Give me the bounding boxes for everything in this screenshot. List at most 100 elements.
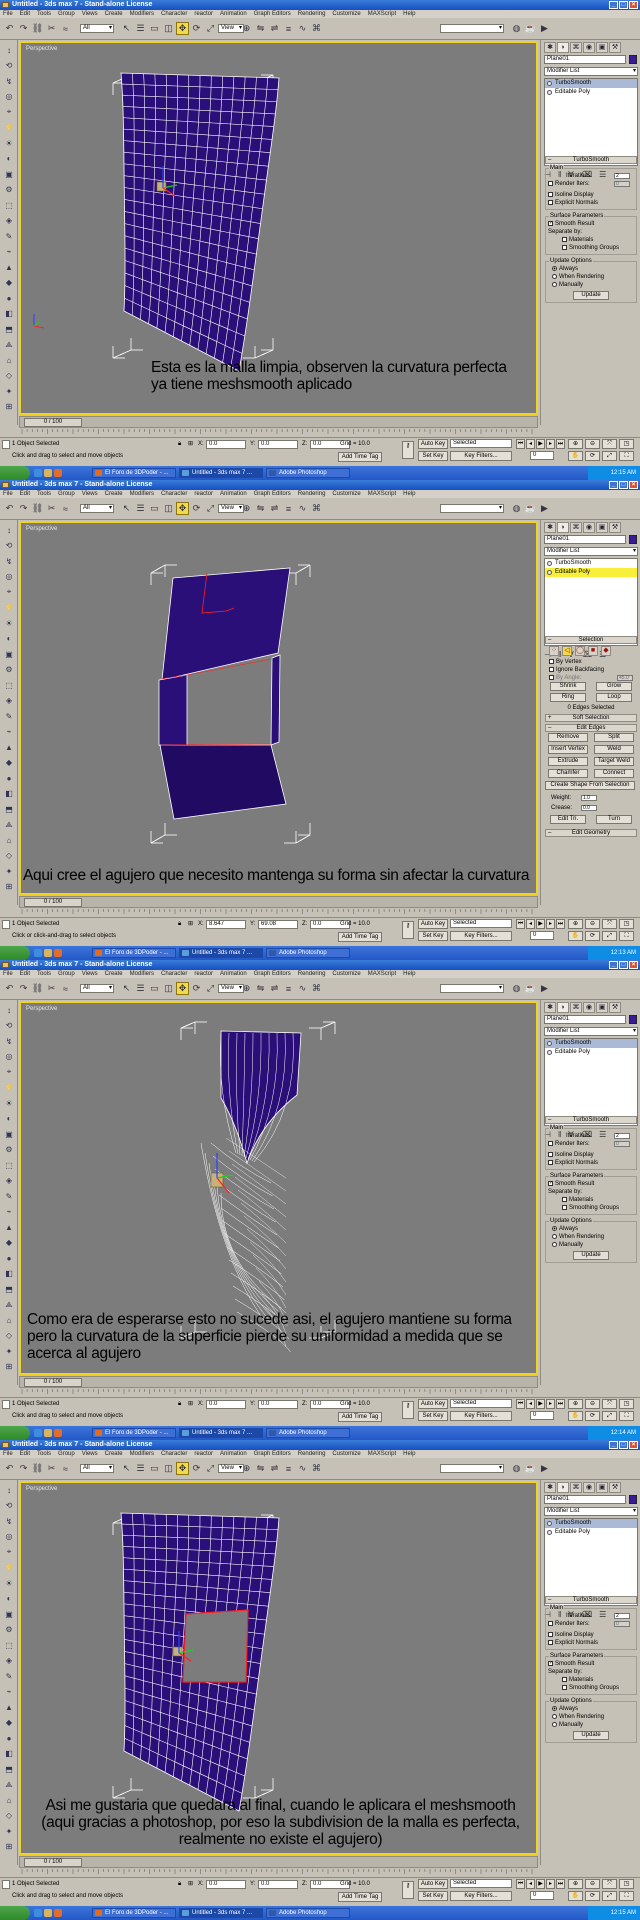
ie-icon[interactable] (34, 1909, 42, 1917)
manually-radio[interactable] (552, 1241, 557, 1247)
menu-item[interactable]: Animation (220, 490, 247, 498)
key-filters-button[interactable]: Key Filters... (450, 1411, 512, 1421)
menu-item[interactable]: Create (105, 490, 123, 498)
object-color-swatch[interactable] (629, 1495, 637, 1504)
schematic-icon[interactable]: ⌘ (310, 22, 323, 35)
insert-vertex-button[interactable]: Insert Vertex (548, 745, 588, 754)
move-icon[interactable]: ✥ (176, 502, 189, 515)
window-crossing-icon[interactable]: ◫ (162, 1462, 175, 1475)
time-slider-track[interactable]: 0 / 100 (19, 416, 538, 428)
tool-icon[interactable]: ▲ (3, 261, 15, 273)
field-of-view-icon[interactable]: ⤢ (602, 1891, 617, 1901)
render-iters-spinner[interactable]: 0 (614, 181, 630, 187)
go-to-start-icon[interactable]: ⏮ (516, 919, 525, 929)
rect-select-icon[interactable]: ▭ (148, 22, 161, 35)
selection-lock-icon[interactable]: 🔒︎ (178, 1880, 181, 1888)
field-of-view-icon[interactable]: ⤢ (602, 931, 617, 941)
close-button[interactable]: × (629, 961, 638, 969)
render-icon[interactable]: ☕ (524, 982, 537, 995)
previous-frame-icon[interactable]: ◂ (526, 919, 535, 929)
scale-icon[interactable]: ⤢ (204, 982, 217, 995)
display-tab-icon[interactable]: ▣ (596, 1482, 608, 1493)
lightbulb-icon[interactable] (547, 81, 552, 86)
tool-icon[interactable]: ◆ (3, 277, 15, 289)
tool-icon[interactable]: ▲ (3, 741, 15, 753)
modifier-stack-item[interactable]: Editable Poly (545, 1048, 637, 1057)
current-frame-field[interactable]: 0 (530, 1411, 554, 1420)
menu-item[interactable]: Rendering (298, 1450, 326, 1458)
pan-icon[interactable]: ✋ (568, 931, 583, 941)
maxscript-listener-field[interactable] (2, 920, 10, 929)
always-radio[interactable] (552, 265, 557, 271)
modifier-stack-item[interactable]: TurboSmooth (545, 1039, 637, 1048)
selection-lock-icon[interactable]: 🔒︎ (178, 920, 181, 928)
modify-tab-icon[interactable]: ◗ (557, 1482, 569, 1493)
rotate-icon[interactable]: ⟳ (190, 502, 203, 515)
tool-icon[interactable]: ◐ (3, 153, 15, 165)
hierarchy-tab-icon[interactable]: ⌘ (570, 522, 582, 533)
menu-item[interactable]: Graph Editors (254, 1450, 291, 1458)
maximize-viewport-icon[interactable]: ⛶ (619, 931, 634, 941)
tool-icon[interactable]: ↯ (3, 555, 15, 567)
explicit-normals-checkbox[interactable] (548, 1639, 553, 1645)
taskbar-button[interactable]: Untitled - 3ds max 7 ... (179, 1428, 263, 1438)
tool-icon[interactable]: ✦ (3, 385, 15, 397)
tool-icon[interactable]: ⚙ (3, 1144, 15, 1156)
menu-item[interactable]: Modifiers (130, 490, 154, 498)
menu-item[interactable]: Character (161, 490, 187, 498)
tool-icon[interactable]: ✦ (3, 1345, 15, 1357)
tool-icon[interactable]: ✎ (3, 1190, 15, 1202)
previous-frame-icon[interactable]: ◂ (526, 1399, 535, 1409)
menu-item[interactable]: Tools (37, 490, 51, 498)
go-to-end-icon[interactable]: ⏭ (556, 1399, 565, 1409)
menu-item[interactable]: Edit (20, 1450, 30, 1458)
menu-item[interactable]: reactor (194, 10, 213, 18)
tool-icon[interactable]: ↕ (3, 44, 15, 56)
crease-spinner[interactable]: 0.0 (581, 805, 597, 811)
close-button[interactable]: × (629, 1, 638, 9)
utilities-tab-icon[interactable]: ⚒ (609, 1482, 621, 1493)
modifier-stack-item[interactable]: Editable Poly (545, 88, 637, 97)
menu-item[interactable]: File (3, 1450, 13, 1458)
tool-icon[interactable]: ▣ (3, 648, 15, 660)
material-editor-icon[interactable]: ◍ (510, 22, 523, 35)
maxscript-listener-field[interactable] (2, 440, 10, 449)
tool-icon[interactable]: ⚡ (3, 1562, 15, 1574)
move-icon[interactable]: ✥ (176, 982, 189, 995)
menu-item[interactable]: Graph Editors (254, 490, 291, 498)
selection-lock-icon[interactable]: 🔒︎ (178, 1400, 181, 1408)
when-rendering-radio[interactable] (552, 1233, 557, 1239)
time-slider-track[interactable]: 0 / 100 (19, 1856, 538, 1868)
coord-x-field[interactable]: 0.0 (206, 1880, 246, 1889)
media-icon[interactable] (54, 1429, 62, 1437)
render-icon[interactable]: ☕ (524, 1462, 537, 1475)
quick-render-icon[interactable]: ▶ (538, 22, 551, 35)
tool-icon[interactable]: ⬚ (3, 679, 15, 691)
viewport-label[interactable]: Perspective (26, 526, 57, 532)
absolute-mode-icon[interactable]: ⊞ (188, 440, 193, 448)
tool-icon[interactable]: ↯ (3, 1035, 15, 1047)
isoline-checkbox[interactable] (548, 191, 553, 197)
maximize-button[interactable]: □ (619, 961, 628, 969)
key-icon[interactable]: ⚷ (402, 921, 414, 939)
border-icon[interactable]: ◯ (575, 646, 585, 656)
zoom-extents-all-icon[interactable]: ◳ (619, 439, 634, 449)
tool-icon[interactable]: ◎ (3, 1531, 15, 1543)
coord-x-field[interactable]: 0.0 (206, 1400, 246, 1409)
go-to-start-icon[interactable]: ⏮ (516, 439, 525, 449)
create-tab-icon[interactable]: ✱ (544, 42, 556, 53)
previous-frame-icon[interactable]: ◂ (526, 439, 535, 449)
maximize-button[interactable]: □ (619, 1441, 628, 1449)
tool-icon[interactable]: ● (3, 292, 15, 304)
absolute-mode-icon[interactable]: ⊞ (188, 1880, 193, 1888)
add-time-tag-button[interactable]: Add Time Tag (338, 452, 382, 462)
loop-button[interactable]: Loop (596, 693, 632, 702)
scale-icon[interactable]: ⤢ (204, 502, 217, 515)
menu-item[interactable]: Customize (332, 970, 360, 978)
create-tab-icon[interactable]: ✱ (544, 1002, 556, 1013)
tool-icon[interactable]: ◎ (3, 571, 15, 583)
tool-icon[interactable]: ⚡ (3, 1082, 15, 1094)
smoothing-groups-checkbox[interactable] (562, 1204, 567, 1210)
perspective-viewport[interactable]: Perspective Como era de esperarse esto no… (19, 1001, 538, 1375)
schematic-icon[interactable]: ⌘ (310, 502, 323, 515)
